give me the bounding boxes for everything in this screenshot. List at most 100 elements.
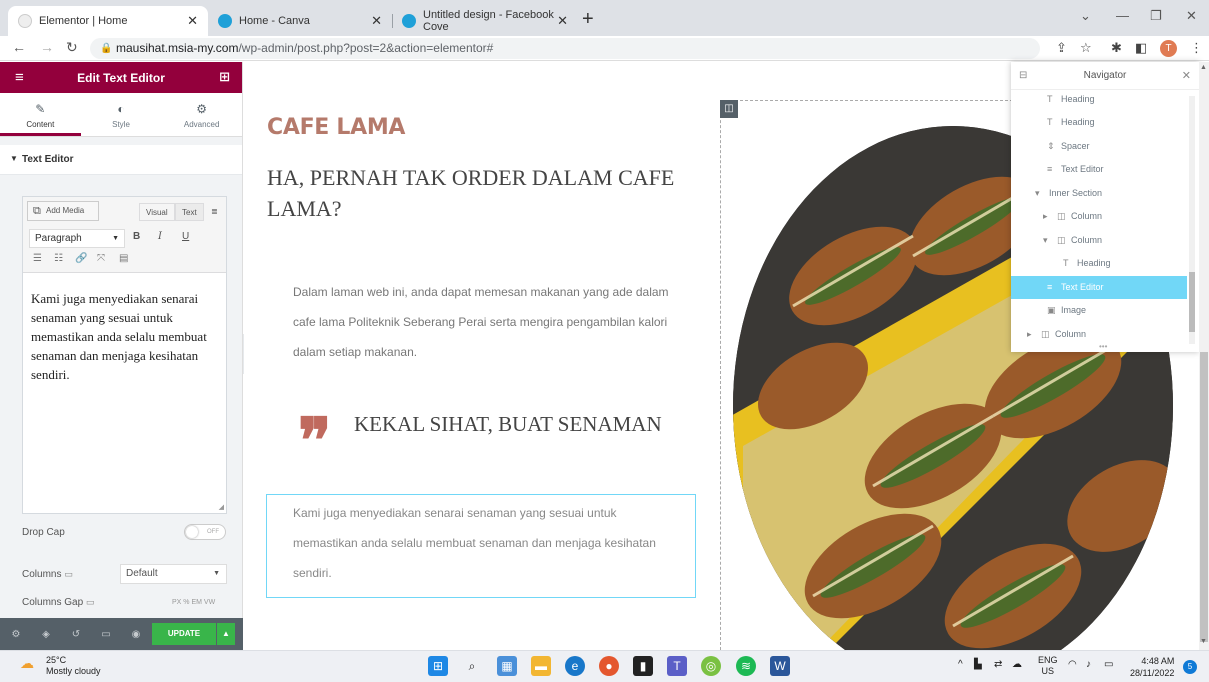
new-tab-button[interactable]: + bbox=[582, 8, 594, 30]
spotify-icon[interactable]: ≋ bbox=[736, 656, 756, 676]
italic-button[interactable]: I bbox=[158, 231, 162, 242]
resize-handle-icon[interactable]: ◢ bbox=[219, 503, 224, 511]
battery-icon[interactable]: ▭ bbox=[1104, 659, 1113, 670]
search-icon[interactable]: ⌕ bbox=[462, 656, 482, 676]
bullet-list-icon[interactable]: ☰ bbox=[33, 253, 42, 264]
close-tab-icon[interactable]: ✕ bbox=[187, 13, 198, 29]
reload-icon[interactable]: ↻ bbox=[66, 39, 78, 56]
collapse-all-icon[interactable]: ⊟ bbox=[1019, 62, 1027, 90]
intro-paragraph[interactable]: Dalam laman web ini, anda dapat memesan … bbox=[293, 277, 693, 367]
nav-item-spacer[interactable]: ⇕ Spacer bbox=[1011, 135, 1187, 158]
close-tab-icon[interactable]: ✕ bbox=[557, 13, 568, 29]
site-brand-heading[interactable]: CAFE LAMA bbox=[267, 115, 405, 140]
update-button[interactable]: UPDATE bbox=[152, 623, 216, 645]
close-tab-icon[interactable]: ✕ bbox=[371, 13, 382, 29]
navigator-scroll-thumb[interactable] bbox=[1189, 272, 1195, 332]
drop-cap-toggle[interactable]: OFF bbox=[184, 524, 226, 540]
edge-browser-icon[interactable]: e bbox=[565, 656, 585, 676]
nav-item-text-editor-selected[interactable]: ≡ Text Editor bbox=[1011, 276, 1187, 299]
tab-canva-home[interactable]: Home - Canva ✕ bbox=[208, 6, 393, 36]
selected-text-editor-widget[interactable]: Kami juga menyediakan senarai senaman ya… bbox=[266, 494, 696, 598]
scroll-thumb[interactable] bbox=[1200, 352, 1208, 642]
visual-tab[interactable]: Visual bbox=[139, 203, 175, 221]
underline-button[interactable]: U bbox=[182, 231, 189, 242]
text-tab[interactable]: Text bbox=[175, 203, 204, 221]
back-arrow-icon[interactable]: ← bbox=[12, 39, 26, 55]
profile-avatar[interactable]: T bbox=[1160, 40, 1177, 57]
teams-icon[interactable]: T bbox=[667, 656, 687, 676]
nav-item-column[interactable]: ▸ ◫ Column bbox=[1011, 205, 1187, 228]
update-options-icon[interactable]: ▲ bbox=[217, 623, 235, 645]
tab-content[interactable]: ✎ Content bbox=[0, 93, 81, 136]
resize-grip-icon[interactable]: ••• bbox=[1099, 342, 1107, 351]
calendar-app-icon[interactable]: ▦ bbox=[497, 656, 517, 676]
volume-icon[interactable]: ♪ bbox=[1086, 659, 1091, 670]
bookmark-star-icon[interactable]: ☆ bbox=[1080, 40, 1092, 56]
column-handle-icon[interactable]: ◫ bbox=[720, 100, 738, 118]
show-hidden-icons-icon[interactable]: ^ bbox=[958, 659, 963, 670]
chrome-browser-icon[interactable]: ● bbox=[599, 656, 619, 676]
minimize-button[interactable]: — bbox=[1116, 8, 1129, 23]
scroll-up-icon[interactable]: ▲ bbox=[1200, 64, 1207, 71]
responsive-mode-icon[interactable]: ▭ bbox=[92, 629, 120, 640]
section-toggle-text-editor[interactable]: ▼ Text Editor bbox=[0, 145, 242, 175]
add-media-button[interactable]: ⧉ Add Media bbox=[27, 201, 99, 221]
nav-item-heading[interactable]: T Heading bbox=[1011, 88, 1187, 111]
app-tray-icon[interactable]: ▙ bbox=[974, 659, 982, 670]
nav-item-text-editor[interactable]: ≡ Text Editor bbox=[1011, 158, 1187, 181]
page-scrollbar[interactable]: ▲ ▼ bbox=[1199, 62, 1209, 650]
fullscreen-icon[interactable]: ⤧ bbox=[97, 253, 105, 264]
start-button-icon[interactable]: ⊞ bbox=[428, 656, 448, 676]
read-more-icon[interactable]: ▤ bbox=[119, 253, 128, 264]
history-icon[interactable]: ↺ bbox=[62, 629, 90, 640]
sticky-app-icon[interactable]: ▮ bbox=[633, 656, 653, 676]
word-icon[interactable]: W bbox=[770, 656, 790, 676]
wifi-icon[interactable]: ◠ bbox=[1068, 659, 1077, 670]
hamburger-menu-icon[interactable]: ≡ bbox=[15, 69, 24, 86]
tab-style[interactable]: ◐ Style bbox=[81, 93, 162, 136]
tab-elementor[interactable]: Elementor | Home ✕ bbox=[8, 6, 208, 36]
nav-item-heading[interactable]: T Heading bbox=[1011, 252, 1187, 275]
file-explorer-icon[interactable]: ▬ bbox=[531, 656, 551, 676]
settings-icon[interactable]: ⚙ bbox=[2, 629, 30, 640]
close-icon[interactable]: ✕ bbox=[1182, 62, 1191, 90]
column-icon: ◫ bbox=[1041, 329, 1050, 339]
link-icon[interactable]: 🔗 bbox=[75, 253, 87, 264]
preview-eye-icon[interactable]: ◉ bbox=[122, 629, 150, 640]
nav-item-heading[interactable]: T Heading bbox=[1011, 111, 1187, 134]
system-clock[interactable]: 4:48 AM 28/11/2022 bbox=[1130, 655, 1174, 679]
extensions-puzzle-icon[interactable]: ✱ bbox=[1111, 40, 1122, 56]
nav-item-inner-section[interactable]: ▾ Inner Section bbox=[1011, 182, 1187, 205]
share-icon[interactable]: ⇪ bbox=[1056, 40, 1067, 56]
tab-canva-design[interactable]: Untitled design - Facebook Cove ✕ bbox=[392, 6, 578, 36]
panel-footer: ⚙ ◈ ↺ ▭ ◉ UPDATE ▲ bbox=[0, 618, 243, 650]
onedrive-icon[interactable]: ☁ bbox=[1012, 659, 1022, 670]
main-heading[interactable]: HA, PERNAH TAK ORDER DALAM CAFE LAMA? bbox=[267, 162, 687, 224]
url-path: /wp-admin/post.php?post=2&action=element… bbox=[238, 41, 494, 55]
editor-content[interactable]: Kami juga menyediakan senarai senaman ya… bbox=[23, 273, 226, 384]
columns-select[interactable]: Default ▼ bbox=[120, 564, 227, 584]
maximize-button[interactable]: ❐ bbox=[1150, 8, 1162, 24]
close-window-button[interactable]: ✕ bbox=[1186, 8, 1197, 24]
forward-arrow-icon[interactable]: → bbox=[40, 39, 54, 55]
url-bar[interactable]: 🔒 mausihat.msia-my.com/wp-admin/post.php… bbox=[90, 38, 1040, 59]
tab-advanced[interactable]: ⚙ Advanced bbox=[161, 93, 242, 136]
wechat-icon[interactable]: ◎ bbox=[701, 656, 721, 676]
tab-search-icon[interactable]: ⌄ bbox=[1080, 8, 1091, 24]
numbered-list-icon[interactable]: ☷ bbox=[54, 253, 63, 264]
browser-menu-icon[interactable]: ⋮ bbox=[1190, 40, 1203, 56]
widgets-grid-icon[interactable]: ⊞ bbox=[219, 69, 230, 85]
toolbar-toggle-icon[interactable]: ≣ bbox=[205, 203, 224, 221]
notification-badge[interactable]: 5 bbox=[1183, 660, 1197, 674]
language-indicator[interactable]: ENG US bbox=[1038, 655, 1058, 677]
bold-button[interactable]: B bbox=[133, 231, 140, 242]
nav-item-image[interactable]: ▣ Image bbox=[1011, 299, 1187, 322]
side-panel-icon[interactable]: ◧ bbox=[1135, 40, 1147, 56]
format-select[interactable]: Paragraph ▼ bbox=[29, 229, 125, 248]
scroll-down-icon[interactable]: ▼ bbox=[1200, 638, 1207, 645]
nav-item-column[interactable]: ▾ ◫ Column bbox=[1011, 229, 1187, 252]
subheading[interactable]: KEKAL SIHAT, BUAT SENAMAN bbox=[354, 412, 662, 437]
network-share-icon[interactable]: ⇄ bbox=[994, 659, 1002, 670]
navigator-layers-icon[interactable]: ◈ bbox=[32, 629, 60, 640]
unit-switcher[interactable]: PX % EM VW bbox=[172, 599, 215, 606]
